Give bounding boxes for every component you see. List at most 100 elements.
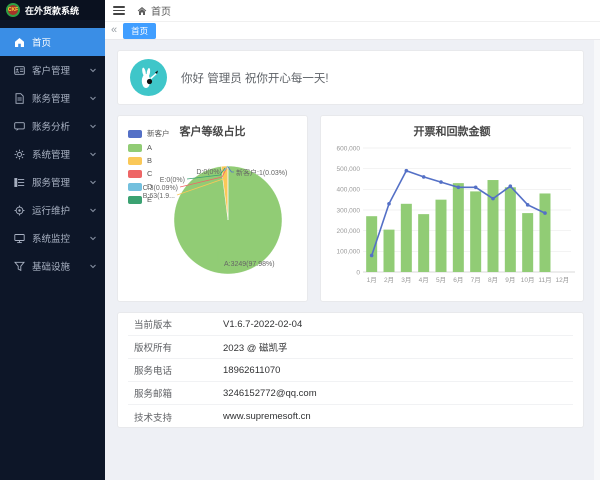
bar-10月 — [522, 213, 533, 272]
info-label: 当前版本 — [128, 317, 223, 331]
tab-bar: « 首页 — [105, 22, 600, 40]
app-title: 在外货款系统 — [25, 4, 79, 17]
sidebar-item-label: 服务管理 — [32, 175, 89, 189]
breadcrumb[interactable]: 首页 — [137, 3, 171, 18]
app-logo-icon: CKF — [6, 3, 20, 17]
dashboard-page: CKF 在外货款系统 首页客户管理账务管理账务分析系统管理服务管理运行维护系统监… — [0, 0, 600, 480]
bar-5月 — [436, 200, 447, 272]
sidebar-item-6[interactable]: 运行维护 — [0, 196, 105, 224]
sidebar-item-0[interactable]: 首页 — [0, 28, 105, 56]
y-tick-label: 600,000 — [337, 145, 361, 152]
bar-9月 — [505, 187, 516, 272]
y-tick-label: 500,000 — [337, 166, 361, 173]
line-point-10月 — [526, 203, 530, 207]
line-point-11月 — [543, 211, 547, 215]
info-label: 服务邮箱 — [128, 386, 223, 400]
info-value: 3246152772@qq.com — [223, 388, 317, 399]
pie-chart-card: 客户等级占比 新客户ABCDE 新客户:1(0.03%)A:3249(97.98… — [117, 115, 308, 302]
line-point-7月 — [474, 185, 478, 189]
chevron-down-icon — [89, 150, 97, 158]
x-tick-label: 12月 — [555, 276, 569, 284]
x-tick-label: 9月 — [505, 276, 515, 284]
chevron-down-icon — [89, 178, 97, 186]
info-row-3: 服务邮箱3246152772@qq.com — [128, 382, 573, 405]
sidebar-item-label: 首页 — [32, 35, 97, 49]
pie-chart[interactable]: 新客户:1(0.03%)A:3249(97.98%)B:63(1.9...C:3… — [118, 116, 309, 303]
sidebar-item-8[interactable]: 基础设施 — [0, 252, 105, 280]
sidebar-item-4[interactable]: 系统管理 — [0, 140, 105, 168]
funnel-icon — [14, 261, 25, 272]
bar-2月 — [384, 230, 395, 272]
sidebar-item-1[interactable]: 客户管理 — [0, 56, 105, 84]
sidebar-item-5[interactable]: 服务管理 — [0, 168, 105, 196]
home-icon — [137, 6, 147, 16]
bar-chart-card: 开票和回款金额 0 100,000 200,000 300,000 400,000 500… — [320, 115, 584, 302]
x-tick-label: 3月 — [401, 276, 411, 284]
tab-home[interactable]: 首页 — [123, 23, 156, 39]
home-icon — [14, 37, 25, 48]
y-tick-label: 300,000 — [337, 207, 361, 214]
line-point-2月 — [387, 202, 391, 206]
line-point-9月 — [509, 184, 513, 188]
info-label: 版权所有 — [128, 340, 223, 354]
sidebar-item-2[interactable]: 账务管理 — [0, 84, 105, 112]
bar-4月 — [418, 214, 429, 272]
main-content: 你好 管理员 祝你开心每一天! 客户等级占比 新客户ABCDE 新客户:1(0.… — [105, 40, 600, 480]
collapse-tabs-icon[interactable]: « — [111, 25, 117, 36]
line-point-8月 — [491, 197, 495, 201]
chevron-down-icon — [89, 94, 97, 102]
gear-icon — [14, 149, 25, 160]
y-tick-label: 200,000 — [337, 228, 361, 235]
sidebar-item-label: 账务分析 — [32, 119, 89, 133]
pie-label-新客户: 新客户:1(0.03%) — [236, 168, 287, 177]
sidebar-item-7[interactable]: 系统监控 — [0, 224, 105, 252]
bar-7月 — [470, 191, 481, 272]
top-header: 首页 — [105, 0, 600, 22]
chevron-down-icon — [89, 206, 97, 214]
ops-icon — [14, 205, 25, 216]
info-row-0: 当前版本V1.6.7-2022-02-04 — [128, 313, 573, 336]
rabbit-avatar-icon — [136, 65, 162, 91]
bar-6月 — [453, 183, 464, 272]
bar-chart-title: 开票和回款金额 — [321, 116, 583, 139]
monitor-icon — [14, 233, 25, 244]
sidebar: CKF 在外货款系统 首页客户管理账务管理账务分析系统管理服务管理运行维护系统监… — [0, 0, 105, 480]
sidebar-item-label: 运行维护 — [32, 203, 89, 217]
line-point-5月 — [439, 180, 443, 184]
info-row-1: 版权所有2023 @ 磁凯孚 — [128, 336, 573, 359]
line-point-1月 — [370, 254, 374, 258]
chevron-down-icon — [89, 234, 97, 242]
info-row-2: 服务电话18962611070 — [128, 359, 573, 382]
hamburger-menu-icon[interactable] — [113, 6, 125, 15]
customer-icon — [14, 65, 25, 76]
sidebar-item-3[interactable]: 账务分析 — [0, 112, 105, 140]
info-label: 服务电话 — [128, 363, 223, 377]
line-point-6月 — [457, 185, 461, 189]
y-tick-label: 400,000 — [337, 187, 361, 194]
chevron-down-icon — [89, 66, 97, 74]
sidebar-item-label: 基础设施 — [32, 259, 89, 273]
analysis-icon — [14, 121, 25, 132]
x-tick-label: 7月 — [471, 276, 481, 284]
y-tick-label: 100,000 — [337, 249, 361, 256]
x-tick-label: 11月 — [538, 276, 551, 284]
bar-line-chart[interactable]: 0 100,000 200,000 300,000 400,000 500,000 600,… — [327, 140, 579, 298]
bar-8月 — [488, 180, 499, 272]
document-icon — [14, 93, 25, 104]
chevron-down-icon — [89, 122, 97, 130]
y-tick-label: 0 — [356, 269, 360, 276]
x-tick-label: 4月 — [419, 276, 429, 284]
info-value: www.supremesoft.cn — [223, 411, 311, 422]
chevron-down-icon — [89, 262, 97, 270]
logo-bar: CKF 在外货款系统 — [0, 0, 105, 20]
info-value: 2023 @ 磁凯孚 — [223, 340, 288, 354]
sidebar-menu: 首页客户管理账务管理账务分析系统管理服务管理运行维护系统监控基础设施 — [0, 28, 105, 280]
service-icon — [14, 177, 25, 188]
vertical-scrollbar[interactable] — [594, 40, 600, 480]
pie-label-C: C:3(0.09%) — [143, 185, 178, 192]
info-value: V1.6.7-2022-02-04 — [223, 319, 302, 330]
x-tick-label: 6月 — [453, 276, 463, 284]
pie-label-B: B:63(1.9... — [143, 193, 175, 200]
avatar — [130, 59, 167, 96]
greeting-card: 你好 管理员 祝你开心每一天! — [117, 50, 584, 105]
